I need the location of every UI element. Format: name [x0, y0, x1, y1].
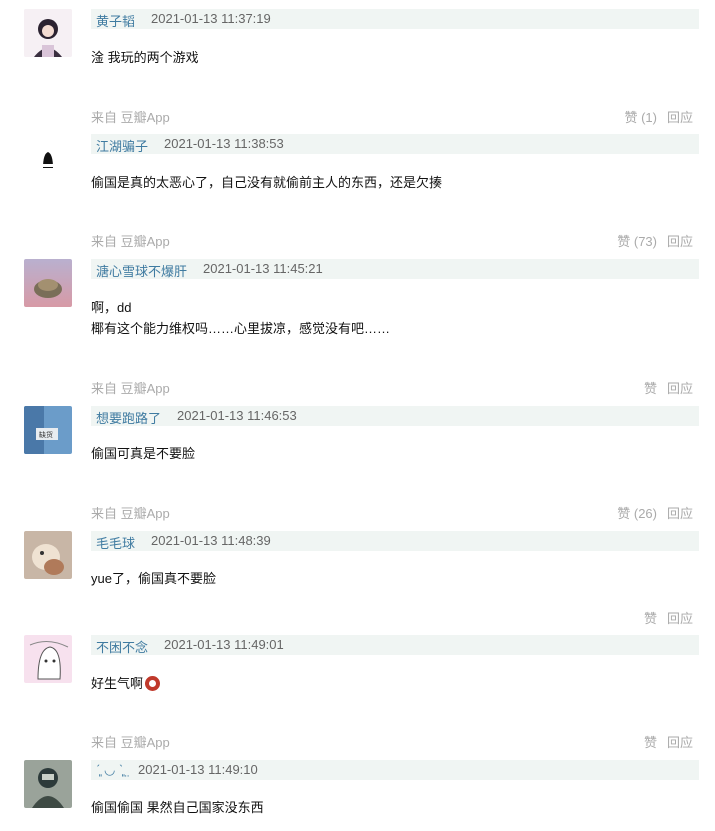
comment-text: 偷国是真的太恶心了，自己没有就偷前主人的东西，还是欠揍	[91, 175, 443, 190]
avatar[interactable]	[24, 134, 72, 182]
reply-button[interactable]: 回应	[667, 110, 693, 125]
author-name[interactable]: 黄子韬	[96, 11, 135, 30]
comment-text: 好生气啊	[91, 674, 161, 694]
comment-text: 椰有这个能力维权吗……心里拔凉，感觉没有吧……	[91, 321, 391, 336]
timestamp: 2021-01-13 11:45:21	[203, 261, 323, 276]
avatar[interactable]	[24, 259, 72, 307]
source-label: 来自 豆瓣App	[91, 506, 170, 521]
like-button[interactable]: 赞	[644, 735, 657, 750]
author-name[interactable]: ˊ͈ ◡ ˋ͈ ̤	[96, 762, 127, 778]
avatar[interactable]	[24, 531, 72, 579]
timestamp: 2021-01-13 11:48:39	[151, 533, 271, 548]
like-button[interactable]: 赞	[644, 611, 657, 626]
comment-text: 淦 我玩的两个游戏	[91, 50, 199, 65]
comment-text: 啊，dd	[91, 300, 132, 315]
comment-actions: 赞回应	[634, 732, 693, 751]
timestamp: 2021-01-13 11:46:53	[177, 408, 297, 423]
angry-emoji-icon	[145, 676, 161, 691]
author-name[interactable]: 溏心雪球不爆肝	[96, 261, 187, 280]
author-name[interactable]: 毛毛球	[96, 533, 135, 552]
comment-actions: 赞 (1) 回应	[614, 107, 693, 126]
author-name[interactable]: 想要跑路了	[96, 408, 161, 427]
reply-button[interactable]: 回应	[667, 234, 693, 249]
reply-button[interactable]: 回应	[667, 611, 693, 626]
like-button[interactable]: 赞 (26)	[617, 506, 657, 521]
avatar[interactable]	[24, 760, 72, 808]
svg-text:缺货: 缺货	[39, 430, 53, 439]
comment-text: 偷国偷国 果然自己国家没东西	[91, 800, 264, 815]
source-label: 来自 豆瓣App	[91, 234, 170, 249]
like-button[interactable]: 赞 (1)	[624, 110, 657, 125]
comment-actions: 赞回应	[634, 378, 693, 397]
comment-meta-bar: 不困不念 2021-01-13 11:49:01	[91, 635, 699, 655]
source-label: 来自 豆瓣App	[91, 735, 170, 750]
reply-button[interactable]: 回应	[667, 381, 693, 396]
avatar[interactable]	[24, 635, 72, 683]
avatar[interactable]: 缺货	[24, 406, 72, 454]
comment-meta-bar: 江湖骗子 2021-01-13 11:38:53	[91, 134, 699, 154]
comment-text-body: 好生气啊	[91, 676, 144, 691]
timestamp: 2021-01-13 11:49:01	[164, 637, 284, 652]
like-button[interactable]: 赞	[644, 381, 657, 396]
comment-actions: 赞 (26) 回应	[607, 503, 693, 522]
like-button[interactable]: 赞 (73)	[617, 234, 657, 249]
author-name[interactable]: 不困不念	[96, 637, 148, 656]
comment-meta-bar: ˊ͈ ◡ ˋ͈ ̤ 2021-01-13 11:49:10	[91, 760, 699, 780]
comment-actions: 赞 (73) 回应	[607, 231, 693, 250]
comment-text: 偷国可真是不要脸	[91, 446, 196, 461]
reply-button[interactable]: 回应	[667, 735, 693, 750]
timestamp: 2021-01-13 11:37:19	[151, 11, 271, 26]
comment-meta-bar: 溏心雪球不爆肝 2021-01-13 11:45:21	[91, 259, 699, 279]
reply-button[interactable]: 回应	[667, 506, 693, 521]
comment-text: yue了，偷国真不要脸	[91, 571, 216, 586]
timestamp: 2021-01-13 11:49:10	[138, 762, 258, 777]
comment-meta-bar: 毛毛球 2021-01-13 11:48:39	[91, 531, 699, 551]
author-name[interactable]: 江湖骗子	[96, 136, 148, 155]
comment-meta-bar: 想要跑路了 2021-01-13 11:46:53	[91, 406, 699, 426]
source-label: 来自 豆瓣App	[91, 381, 170, 396]
source-label: 来自 豆瓣App	[91, 110, 170, 125]
comment-actions: 赞回应	[634, 608, 693, 627]
avatar[interactable]	[24, 9, 72, 57]
comment-meta-bar: 黄子韬 2021-01-13 11:37:19	[91, 9, 699, 29]
timestamp: 2021-01-13 11:38:53	[164, 136, 284, 151]
